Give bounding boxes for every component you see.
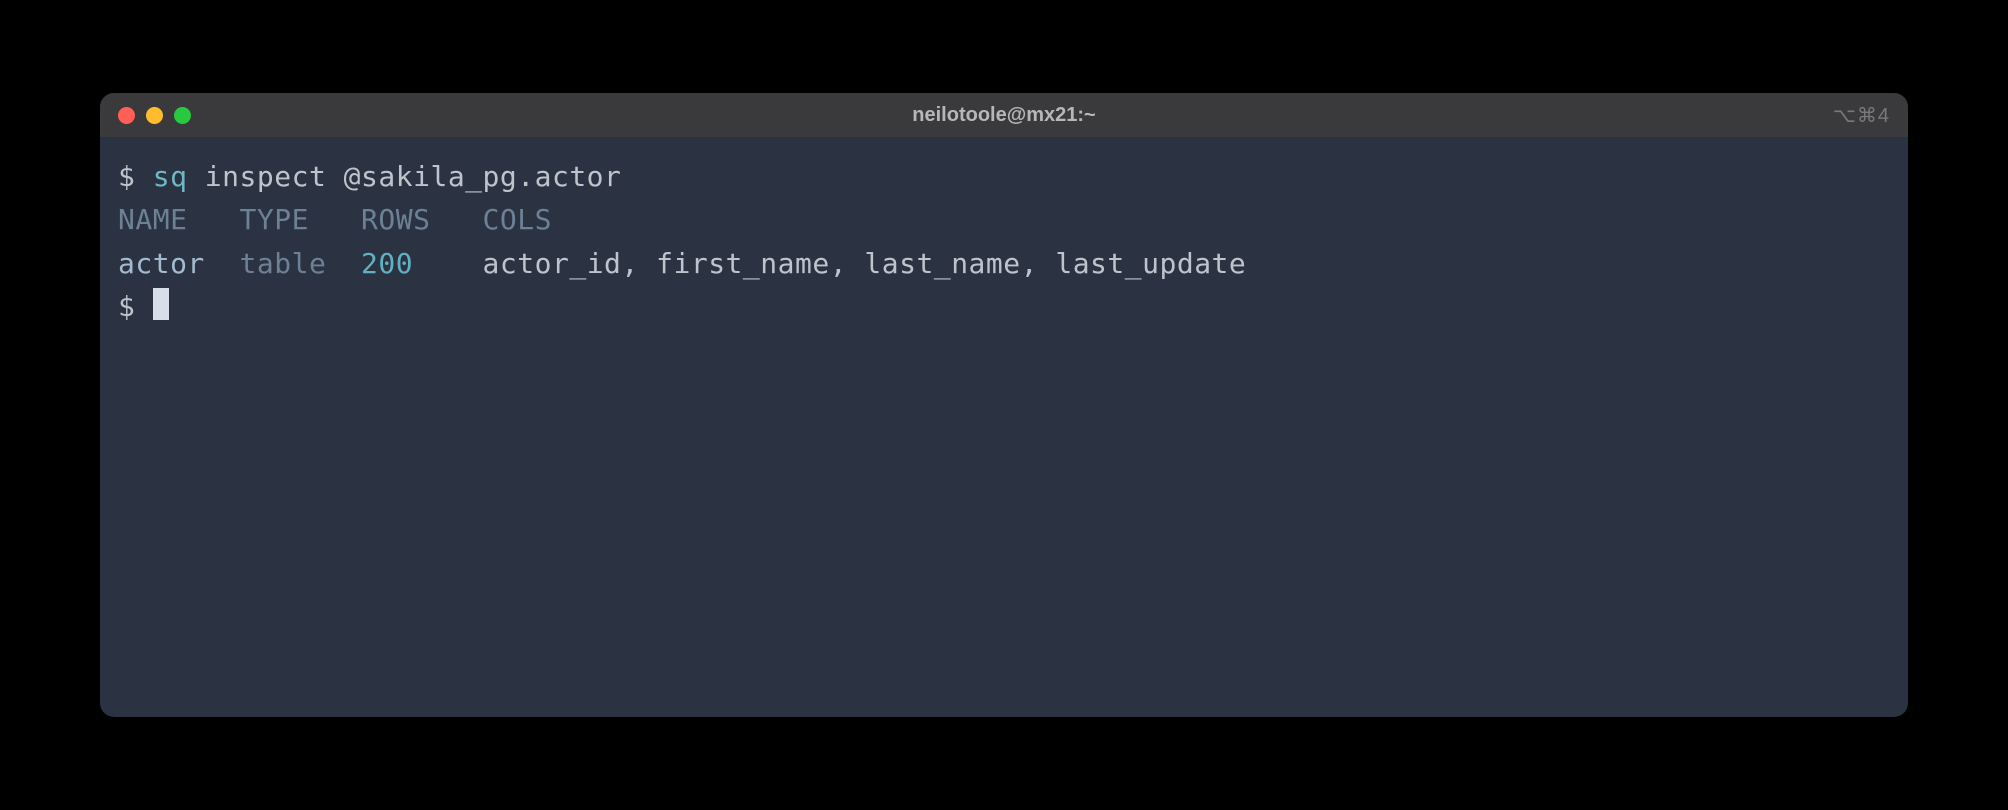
command-executable: sq — [153, 160, 188, 193]
shortcut-hint: ⌥⌘4 — [1833, 103, 1890, 128]
traffic-lights — [118, 107, 191, 124]
close-button[interactable] — [118, 107, 135, 124]
value-rows: 200 — [361, 247, 413, 280]
prompt-symbol: $ — [118, 290, 135, 323]
header-type: TYPE — [240, 203, 309, 236]
value-type: table — [240, 247, 327, 280]
header-name: NAME — [118, 203, 187, 236]
maximize-button[interactable] — [174, 107, 191, 124]
titlebar: neilotoole@mx21:~ ⌥⌘4 — [100, 93, 1908, 137]
command-argument: @sakila_pg.actor — [344, 160, 622, 193]
header-rows: ROWS — [361, 203, 430, 236]
value-cols: actor_id, first_name, last_name, last_up… — [483, 247, 1247, 280]
terminal-window: neilotoole@mx21:~ ⌥⌘4 $ sq inspect @saki… — [100, 93, 1908, 717]
command-subcommand: inspect — [205, 160, 327, 193]
prompt-symbol: $ — [118, 160, 135, 193]
cursor — [153, 288, 169, 320]
header-cols: COLS — [483, 203, 552, 236]
terminal-body[interactable]: $ sq inspect @sakila_pg.actor NAME TYPE … — [100, 137, 1908, 347]
value-name: actor — [118, 247, 205, 280]
window-title: neilotoole@mx21:~ — [912, 104, 1095, 127]
minimize-button[interactable] — [146, 107, 163, 124]
